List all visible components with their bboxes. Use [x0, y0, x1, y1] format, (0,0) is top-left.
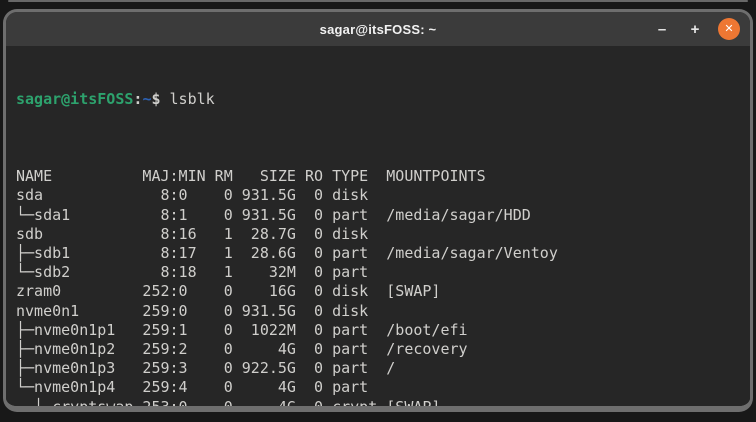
window-controls: – + ✕: [652, 12, 740, 46]
prompt-symbol: $: [151, 90, 161, 109]
lsblk-output: NAME MAJ:MIN RM SIZE RO TYPE MOUNTPOINTS…: [16, 167, 558, 412]
terminal-content[interactable]: sagar@itsFOSS:~$ lsblk NAME MAJ:MIN RM SI…: [6, 46, 750, 412]
screen-edge-highlight: [8, 0, 748, 2]
close-icon: ✕: [724, 22, 734, 35]
prompt-user-host: sagar@itsFOSS: [16, 90, 134, 109]
maximize-icon: +: [690, 20, 700, 38]
close-button[interactable]: ✕: [718, 18, 740, 40]
maximize-button[interactable]: +: [685, 18, 705, 40]
terminal-window: sagar@itsFOSS: ~ – + ✕ sagar@itsFOSS:~$ l…: [3, 9, 753, 412]
prompt-line-command: sagar@itsFOSS:~$ lsblk: [16, 90, 742, 109]
minimize-button[interactable]: –: [652, 18, 672, 40]
titlebar[interactable]: sagar@itsFOSS: ~ – + ✕: [6, 12, 750, 46]
minimize-icon: –: [657, 20, 667, 38]
command-text: lsblk: [169, 90, 215, 109]
window-title: sagar@itsFOSS: ~: [319, 21, 437, 37]
